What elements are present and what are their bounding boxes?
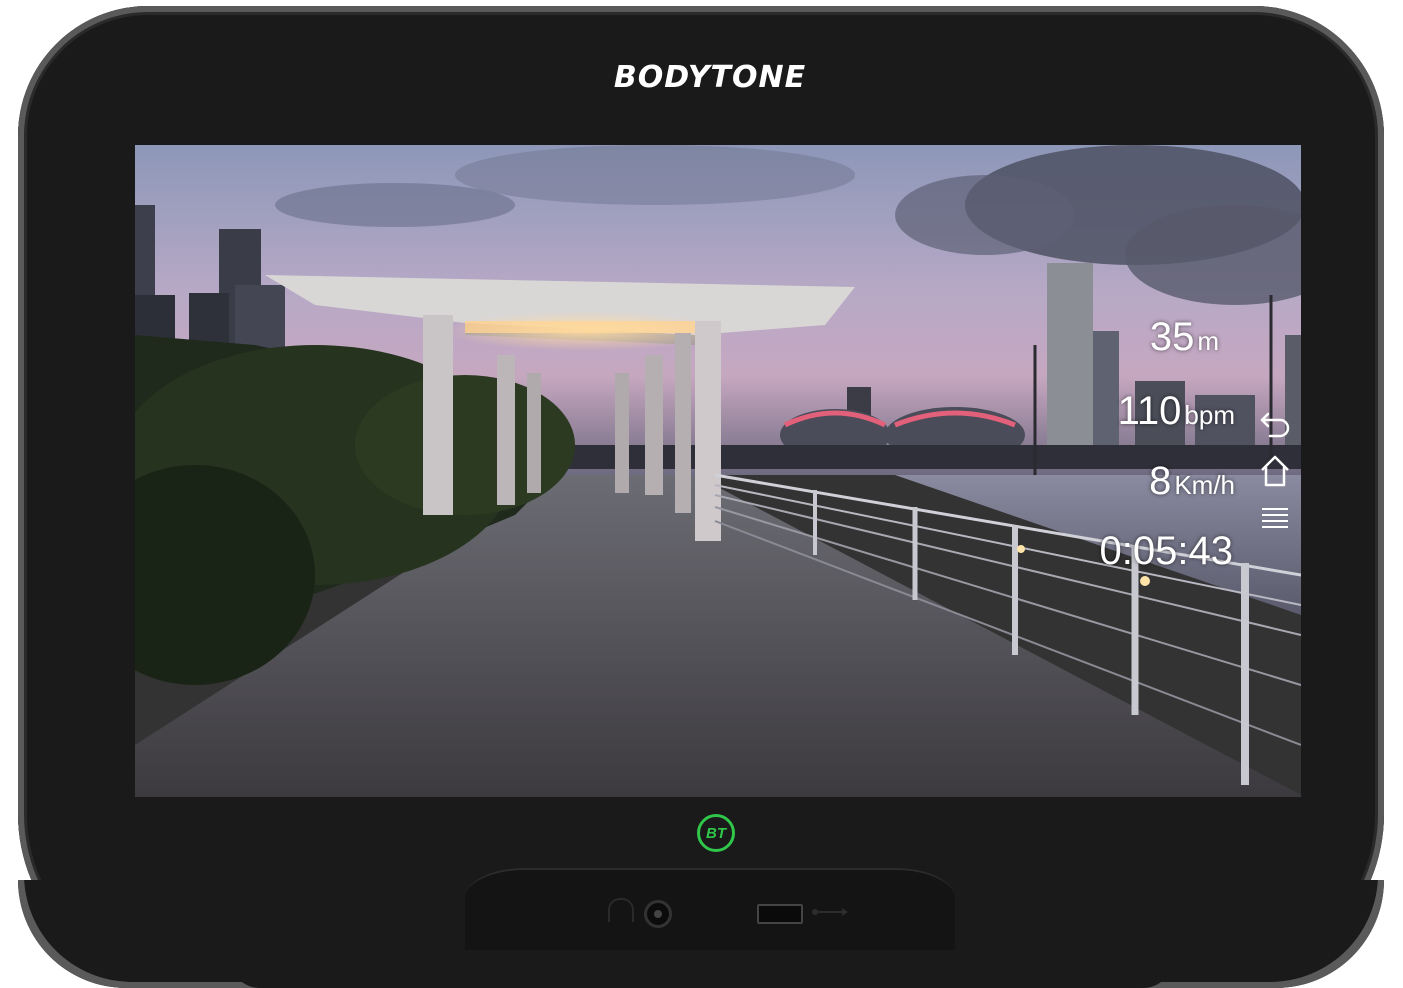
audio-jack[interactable] xyxy=(644,900,672,928)
distance-value: 35 xyxy=(1149,315,1195,359)
speed-readout: 8 Km/h xyxy=(1149,459,1235,504)
heart-rate-readout: 110 bpm xyxy=(1118,389,1235,434)
brand-logo: BODYTONE xyxy=(613,60,807,95)
menu-icon xyxy=(1262,508,1288,528)
scenic-video xyxy=(135,145,1301,797)
heart-rate-value: 110 xyxy=(1117,389,1182,433)
bt-badge[interactable]: BT xyxy=(697,814,735,852)
elapsed-time-readout: 0:05:43 xyxy=(1100,529,1233,574)
elapsed-time-value: 0:05:43 xyxy=(1099,529,1233,573)
distance-readout: 35 m xyxy=(1150,315,1219,360)
display-screen[interactable]: 35 m 110 bpm 8 Km/h 0:05:43 xyxy=(135,145,1301,797)
menu-button[interactable] xyxy=(1255,499,1295,539)
headphone-icon xyxy=(608,898,634,922)
home-button[interactable] xyxy=(1255,451,1295,491)
usb-port[interactable] xyxy=(757,904,803,924)
port-panel xyxy=(465,868,955,950)
distance-unit: m xyxy=(1197,326,1219,356)
back-button[interactable] xyxy=(1255,403,1295,443)
heart-rate-unit: bpm xyxy=(1184,400,1235,430)
usb-icon xyxy=(812,906,848,916)
speed-value: 8 xyxy=(1149,459,1172,503)
speed-unit: Km/h xyxy=(1174,470,1235,500)
back-arrow-icon xyxy=(1260,412,1290,438)
home-icon xyxy=(1261,455,1289,487)
